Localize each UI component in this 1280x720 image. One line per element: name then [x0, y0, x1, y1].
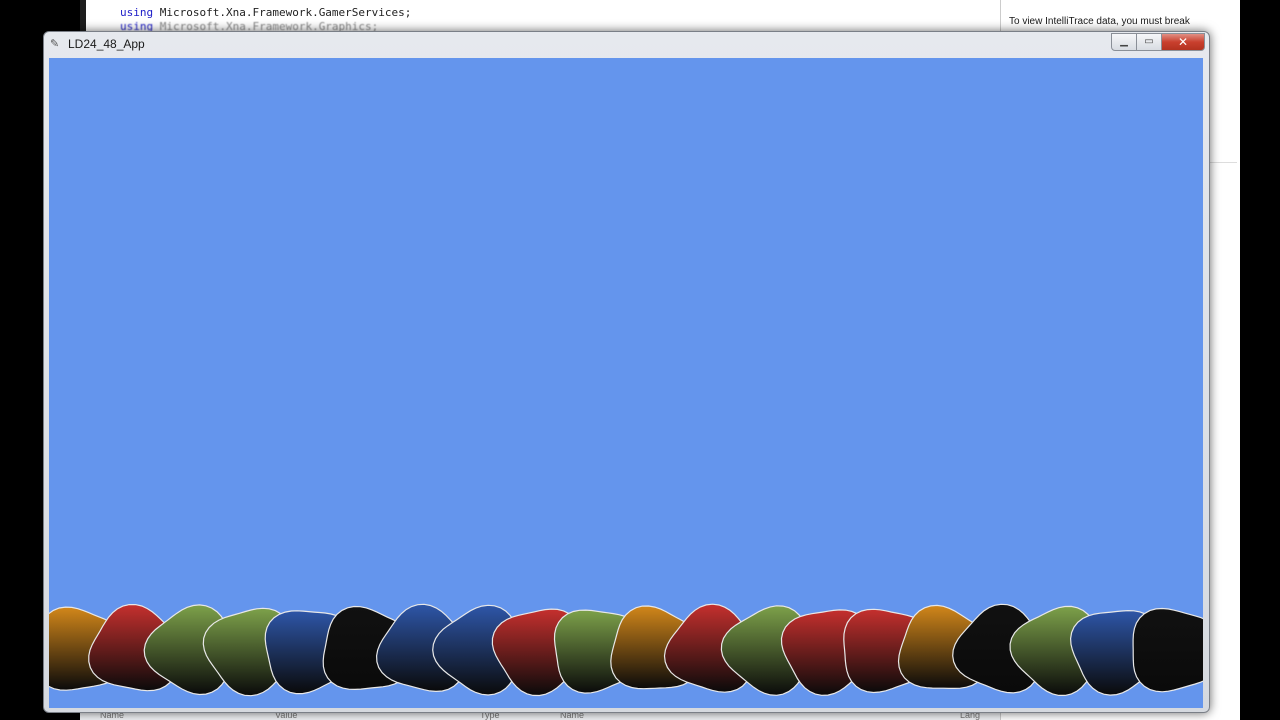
- close-icon: ✕: [1177, 35, 1189, 49]
- code-keyword: using: [120, 6, 154, 19]
- code-line: using Microsoft.Xna.Framework.GamerServi…: [120, 6, 411, 19]
- ground-blob: [1132, 607, 1203, 693]
- ide-right-edge: [1240, 0, 1280, 720]
- app-icon: ✎: [50, 37, 60, 50]
- code-editor[interactable]: using Microsoft.Xna.Framework.GamerServi…: [80, 0, 1080, 34]
- minimize-icon: ▁: [1120, 36, 1128, 47]
- game-window: ✎ LD24_48_App ▁ ▭ ✕: [43, 31, 1210, 713]
- maximize-button[interactable]: ▭: [1136, 33, 1162, 51]
- intellitrace-message: To view IntelliTrace data, you must brea…: [1009, 16, 1190, 27]
- code-text: Microsoft.Xna.Framework.GamerServices;: [153, 6, 412, 19]
- close-button[interactable]: ✕: [1161, 33, 1205, 51]
- window-title: LD24_48_App: [68, 37, 145, 51]
- title-bar[interactable]: ✎ LD24_48_App ▁ ▭ ✕: [44, 32, 1209, 56]
- minimize-button[interactable]: ▁: [1111, 33, 1137, 51]
- ground-tiles: [49, 603, 1203, 697]
- maximize-icon: ▭: [1144, 36, 1154, 47]
- game-canvas[interactable]: [49, 58, 1203, 708]
